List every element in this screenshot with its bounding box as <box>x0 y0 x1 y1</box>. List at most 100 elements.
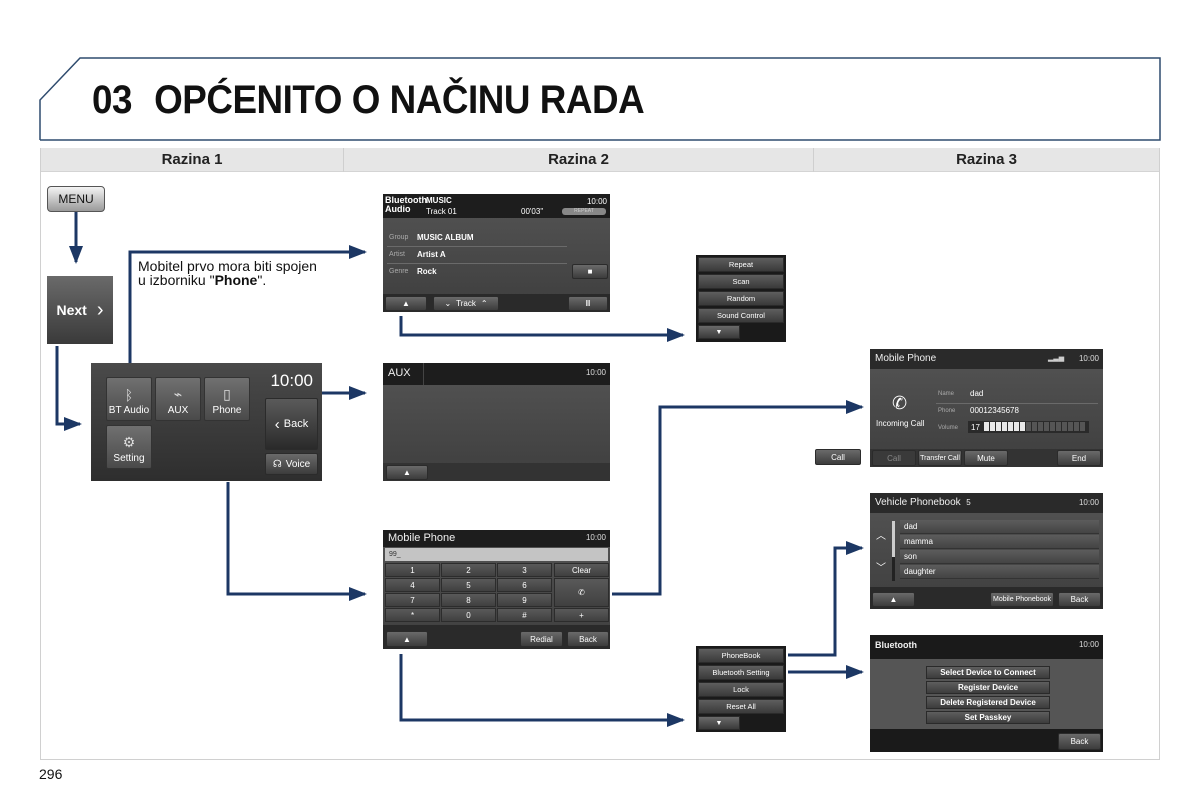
keypad-key[interactable]: 6 <box>497 578 552 592</box>
contact-row[interactable]: mamma <box>900 535 1099 549</box>
menu-item-phonebook[interactable]: PhoneBook <box>698 648 784 663</box>
field-value: Artist A <box>417 250 446 259</box>
clock: 10:00 <box>270 371 313 390</box>
keypad-key[interactable]: 0 <box>441 608 496 622</box>
up-button[interactable]: ▲ <box>386 465 428 480</box>
clock: 10:00 <box>585 368 606 377</box>
volume-segment <box>995 421 1001 431</box>
note-line-2: u izborniku "Phone". <box>138 273 317 287</box>
chevron-up-icon: ⌃ <box>480 299 488 308</box>
menu-button[interactable]: MENU <box>47 186 105 212</box>
note-suffix: ". <box>257 272 267 288</box>
back-button[interactable]: Back <box>567 631 609 647</box>
down-button[interactable]: ▼ <box>698 716 740 730</box>
pause-button[interactable]: II <box>568 296 608 311</box>
volume-segment <box>989 421 995 431</box>
keypad-key[interactable]: 5 <box>441 578 496 592</box>
back-button[interactable]: Back <box>1058 592 1101 607</box>
clock: 10:00 <box>585 533 606 542</box>
menu-item-reset-all[interactable]: Reset All <box>698 699 784 714</box>
register-device-button[interactable]: Register Device <box>926 681 1050 694</box>
redial-button[interactable]: Redial <box>520 631 563 647</box>
aux-tile[interactable]: ⌁ AUX <box>155 377 201 421</box>
aux-cable-icon: ⌁ <box>173 386 183 402</box>
voice-label: Voice <box>285 458 311 470</box>
chevron-left-icon: ‹ <box>274 415 280 433</box>
back-button[interactable]: Back <box>1058 733 1101 750</box>
setting-tile[interactable]: ⚙ Setting <box>106 425 152 469</box>
keypad-key[interactable]: * <box>385 608 440 622</box>
down-button[interactable]: ▼ <box>698 325 740 339</box>
menu-item-lock[interactable]: Lock <box>698 682 784 697</box>
menu-item-bluetooth-setting[interactable]: Bluetooth Setting <box>698 665 784 680</box>
voice-button[interactable]: ☊ Voice <box>265 453 318 475</box>
volume-segment <box>1001 421 1007 431</box>
contact-row[interactable]: dad <box>900 520 1099 534</box>
volume-segment <box>1013 421 1019 431</box>
column-header-level-1: Razina 1 <box>41 148 343 172</box>
mute-button[interactable]: Mute <box>964 450 1008 466</box>
transfer-call-button[interactable]: Transfer Call <box>918 450 962 466</box>
field-label: Genre <box>389 268 409 275</box>
track-name: Track 01 <box>426 207 457 216</box>
end-call-button[interactable]: End <box>1057 450 1101 466</box>
back-button[interactable]: ‹ Back <box>265 398 318 450</box>
number-input[interactable]: 99_ <box>385 548 608 561</box>
track-button[interactable]: ⌄ Track ⌃ <box>433 296 499 311</box>
up-button[interactable]: ▲ <box>385 296 427 311</box>
call-button[interactable]: Call <box>815 449 861 465</box>
clock: 10:00 <box>586 197 607 206</box>
next-button[interactable]: Next › <box>47 276 113 344</box>
keypad-key[interactable]: # <box>497 608 552 622</box>
keypad-key[interactable]: 4 <box>385 578 440 592</box>
bt-audio-screen: Bluetooth Audio MUSIC Track 01 00'03" RE… <box>383 194 610 312</box>
keypad-key[interactable]: 2 <box>441 563 496 577</box>
volume-segment <box>1061 421 1067 431</box>
chapter-title-text: OPĆENITO O NAČINU RADA <box>154 78 645 122</box>
clear-button[interactable]: Clear <box>554 563 609 577</box>
volume-value: 17 <box>971 422 980 432</box>
volume-bar[interactable]: 17 <box>968 421 1089 433</box>
back-label: Back <box>283 418 309 430</box>
keypad-key[interactable]: 7 <box>385 593 440 607</box>
up-button[interactable]: ▲ <box>386 631 428 647</box>
menu-item-scan[interactable]: Scan <box>698 274 784 289</box>
phone-options-menu: PhoneBook Bluetooth Setting Lock Reset A… <box>696 646 786 732</box>
phone-tile[interactable]: ▯ Phone <box>204 377 250 421</box>
vehicle-phonebook-screen: Vehicle Phonebook 5 10:00 ︿ ﹀ dad mamma … <box>870 493 1103 609</box>
contact-row[interactable]: daughter <box>900 565 1099 579</box>
screen-title: Vehicle Phonebook 5 <box>875 497 971 508</box>
phone-handset-icon: ✆ <box>578 588 585 597</box>
source-label: Bluetooth Audio <box>385 196 427 214</box>
scrollbar[interactable] <box>892 521 895 581</box>
menu-item-sound-control[interactable]: Sound Control <box>698 308 784 323</box>
bt-audio-options-menu: Repeat Scan Random Sound Control ▼ <box>696 255 786 342</box>
menu-item-repeat[interactable]: Repeat <box>698 257 784 272</box>
select-device-button[interactable]: Select Device to Connect <box>926 666 1050 679</box>
plus-button[interactable]: + <box>554 608 609 622</box>
call-handset-button[interactable]: ✆ <box>554 578 609 607</box>
volume-segment <box>1031 421 1037 431</box>
aux-screen: AUX 10:00 ▲ <box>383 363 610 481</box>
bt-audio-tile[interactable]: ᛒ BT Audio <box>106 377 152 421</box>
volume-segment <box>1025 421 1031 431</box>
phone-label: Phone <box>938 408 956 414</box>
mobile-phonebook-button[interactable]: Mobile Phonebook <box>990 592 1054 607</box>
menu-item-random[interactable]: Random <box>698 291 784 306</box>
keypad-key[interactable]: 9 <box>497 593 552 607</box>
page-number: 296 <box>39 766 63 782</box>
set-passkey-button[interactable]: Set Passkey <box>926 711 1050 724</box>
up-button[interactable]: ▲ <box>872 592 915 607</box>
keypad-key[interactable]: 1 <box>385 563 440 577</box>
keypad-key[interactable]: 8 <box>441 593 496 607</box>
keypad-key[interactable]: 3 <box>497 563 552 577</box>
incoming-call-screen: Mobile Phone ▂▃▅ 10:00 ✆ Incoming Call N… <box>870 349 1103 467</box>
delete-device-button[interactable]: Delete Registered Device <box>926 696 1050 709</box>
field-label: Artist <box>389 251 405 258</box>
volume-segment <box>1037 421 1043 431</box>
scroll-down-icon[interactable]: ﹀ <box>876 559 886 574</box>
scroll-up-icon[interactable]: ︿ <box>876 527 886 542</box>
volume-segment <box>1073 421 1079 431</box>
contact-row[interactable]: son <box>900 550 1099 564</box>
stop-button[interactable]: ■ <box>572 264 608 279</box>
